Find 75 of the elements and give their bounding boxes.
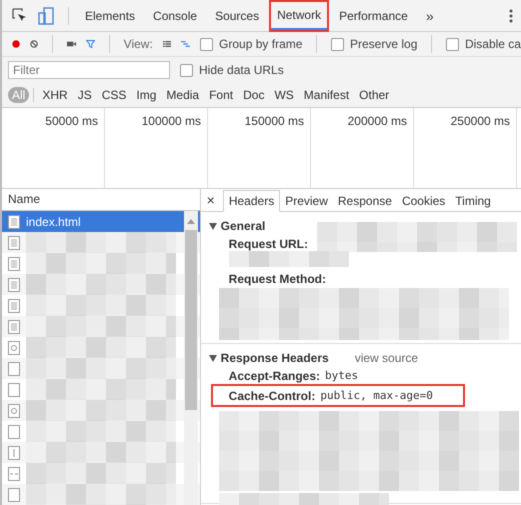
request-row[interactable]	[2, 400, 200, 421]
file-icon	[8, 256, 20, 270]
type-filter-button[interactable]: JS	[74, 87, 96, 103]
request-row[interactable]	[2, 232, 200, 253]
type-filter-button[interactable]: WS	[270, 87, 298, 103]
header-value: public, max-age=0	[320, 389, 433, 402]
details-tab[interactable]: Response	[332, 191, 397, 211]
request-row[interactable]	[2, 316, 200, 337]
panel-tab[interactable]: Network	[271, 2, 328, 30]
type-filter-button[interactable]: Doc	[239, 87, 268, 103]
file-icon	[8, 446, 20, 460]
hide-data-urls-checkbox[interactable]: Hide data URLs	[180, 63, 284, 77]
details-tab[interactable]: Cookies	[396, 191, 450, 211]
checkbox-option[interactable]: Group by frame	[200, 37, 302, 51]
type-filter-button[interactable]: Media	[162, 87, 204, 103]
header-value: bytes	[325, 369, 358, 382]
view-source-link[interactable]: view source	[354, 351, 418, 365]
inspect-icon[interactable]	[12, 8, 28, 24]
file-icon	[8, 466, 20, 480]
time-tick-label: 200000 ms	[348, 114, 407, 128]
request-row[interactable]	[2, 358, 200, 379]
type-filter-button[interactable]: Manifest	[300, 87, 354, 103]
waterfall-icon[interactable]	[180, 39, 190, 49]
expand-triangle-icon[interactable]	[208, 222, 217, 230]
file-icon	[8, 236, 20, 250]
checkbox-option[interactable]: Preserve log	[331, 37, 418, 51]
details-tab[interactable]: Preview	[280, 191, 333, 211]
scrollbar[interactable]	[184, 211, 198, 505]
header-name: Request URL:	[228, 236, 308, 250]
time-tick-label: 100000 ms	[142, 114, 201, 128]
kebab-menu-icon[interactable]	[509, 8, 513, 22]
type-filter-button[interactable]: CSS	[98, 87, 130, 103]
type-filter-button[interactable]: Other	[355, 87, 394, 103]
time-tick-label: 50000 ms	[45, 114, 98, 128]
more-tabs-button[interactable]: »	[420, 8, 440, 24]
type-filter-button[interactable]: Font	[205, 87, 238, 103]
view-label: View:	[124, 37, 153, 51]
header-name: Cache-Control:	[228, 388, 316, 402]
file-icon	[8, 424, 20, 438]
panel-tab[interactable]: Console	[147, 2, 204, 30]
time-tick-label: 250000 ms	[450, 114, 510, 128]
file-icon	[8, 404, 20, 418]
time-tick-label: 150000 ms	[244, 114, 304, 128]
file-icon	[8, 278, 20, 292]
filter-field[interactable]: Filter	[8, 61, 170, 79]
camera-icon[interactable]	[66, 39, 76, 49]
panel-tab[interactable]: Elements	[79, 2, 142, 30]
request-name: index.html	[26, 214, 81, 228]
file-icon	[8, 362, 20, 376]
request-row[interactable]: index.html	[2, 211, 200, 232]
device-icon[interactable]	[38, 6, 54, 24]
section-title[interactable]: General	[220, 219, 266, 233]
header-name: Accept-Ranges:	[228, 368, 320, 382]
list-view-icon[interactable]	[162, 39, 171, 49]
file-icon	[8, 340, 20, 354]
checkbox-option[interactable]: Disable ca	[446, 37, 521, 51]
filter-icon[interactable]	[86, 37, 96, 51]
file-icon	[8, 214, 20, 228]
file-icon	[8, 320, 20, 334]
panel-tab[interactable]: Performance	[333, 2, 414, 30]
file-icon	[8, 488, 20, 502]
details-tab[interactable]: Timing	[450, 191, 496, 211]
type-filter-button[interactable]: XHR	[38, 87, 72, 103]
request-row[interactable]	[2, 484, 200, 505]
close-icon[interactable]: ×	[206, 192, 215, 208]
file-icon	[8, 298, 20, 312]
type-filter-button[interactable]: Img	[132, 87, 160, 103]
section-title[interactable]: Response Headers	[220, 351, 329, 365]
expand-triangle-icon[interactable]	[208, 354, 217, 362]
panel-tab[interactable]: Sources	[209, 2, 266, 30]
details-tab[interactable]: Headers	[222, 190, 280, 212]
header-name: Request Method:	[228, 272, 326, 286]
request-row[interactable]	[2, 442, 200, 463]
request-row[interactable]	[2, 274, 200, 295]
file-icon	[8, 382, 20, 396]
